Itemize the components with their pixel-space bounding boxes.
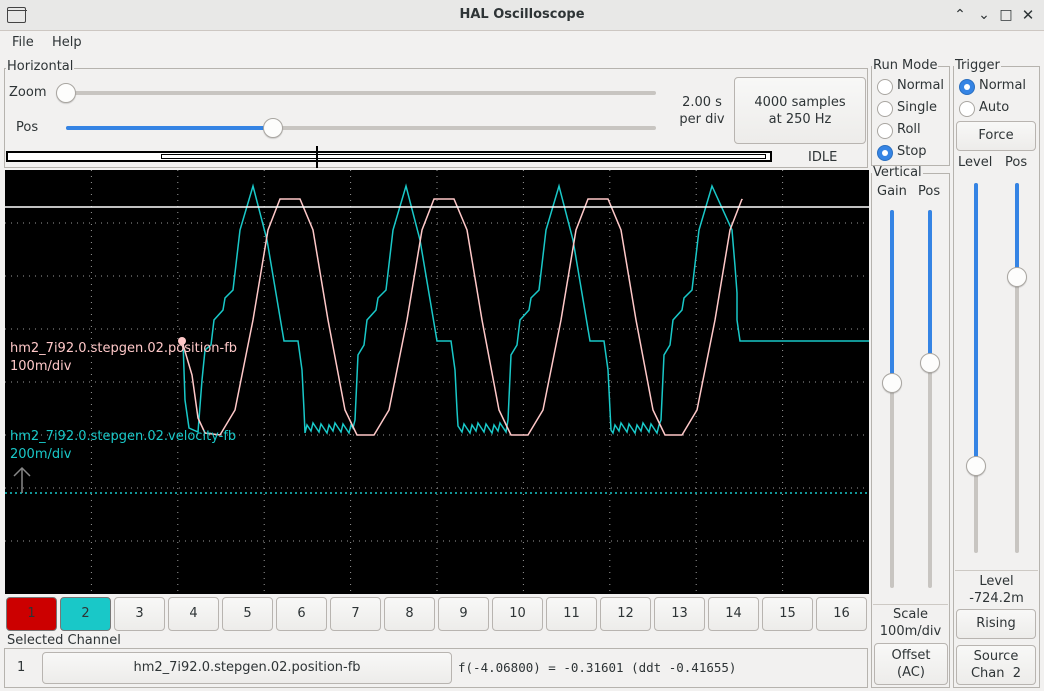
offset-line1: Offset (891, 648, 931, 663)
trigger-divider (955, 570, 1038, 571)
scale-line2: per div (679, 112, 725, 127)
source-line2: Chan 2 (970, 666, 1022, 681)
channel-button-9[interactable]: 9 (438, 597, 489, 631)
samples-button[interactable]: 4000 samples at 250 Hz (734, 77, 866, 144)
channel-button-6[interactable]: 6 (276, 597, 327, 631)
channel-button-15[interactable]: 15 (762, 597, 813, 631)
offset-line2: (AC) (897, 665, 925, 680)
channel-button-3[interactable]: 3 (114, 597, 165, 631)
pos-label: Pos (16, 120, 39, 135)
force-button[interactable]: Force (956, 121, 1036, 151)
channel-button-2[interactable]: 2 (60, 597, 111, 631)
menu-bar: File Help (0, 31, 1044, 55)
vertical-scale-readout: Scale 100m/div (871, 606, 950, 640)
channel-button-12[interactable]: 12 (600, 597, 651, 631)
channel-button-7[interactable]: 7 (330, 597, 381, 631)
channel-button-5[interactable]: 5 (222, 597, 273, 631)
vertical-pos-slider-knob[interactable] (920, 353, 940, 373)
trigger-option-label[interactable]: Normal (979, 78, 1026, 93)
selected-channel-readout: f(-4.06800) = -0.31601 (ddt -0.41655) (458, 660, 737, 675)
trigger-label: Trigger (954, 58, 1001, 73)
trigger-radio-auto[interactable] (959, 101, 975, 117)
maximize-icon[interactable]: □ (996, 5, 1016, 25)
gain-slider-knob[interactable] (882, 373, 902, 393)
horizontal-scale-readout: 2.00 s per div (674, 94, 730, 128)
selected-channel-signal-button[interactable]: hm2_7i92.0.stepgen.02.position-fb (42, 652, 452, 684)
scope-display[interactable]: hm2_7i92.0.stepgen.02.position-fb 100m/d… (5, 170, 869, 594)
scale-line1: 2.00 s (682, 95, 722, 110)
scope-grid (5, 170, 869, 594)
run-mode-radio-stop[interactable] (877, 145, 893, 161)
window-title: HAL Oscilloscope (459, 7, 585, 22)
trigger-pos-label: Pos (1005, 155, 1028, 170)
rising-edge-button[interactable]: Rising (956, 609, 1036, 639)
trigger-radio-normal[interactable] (959, 79, 975, 95)
channel-button-13[interactable]: 13 (654, 597, 705, 631)
velocity-trace (182, 183, 869, 435)
channel-button-14[interactable]: 14 (708, 597, 759, 631)
selected-channel-number: 1 (17, 660, 26, 675)
menu-help[interactable]: Help (52, 35, 82, 50)
trigger-level-readout-value: -724.2m (969, 591, 1024, 606)
vertical-pos-label: Pos (918, 184, 941, 199)
samples-line2: at 250 Hz (768, 112, 832, 127)
horizontal-group-label: Horizontal (6, 59, 75, 74)
trigger-level-readout: Level -724.2m (953, 573, 1040, 607)
run-mode-radio-single[interactable] (877, 101, 893, 117)
trigger-option-label[interactable]: Auto (979, 100, 1009, 115)
trigger-pos-slider-fill (1015, 183, 1019, 277)
chevron-up-icon[interactable]: ⌃ (950, 5, 970, 25)
offset-button[interactable]: Offset (AC) (874, 643, 948, 685)
vertical-label: Vertical (872, 165, 923, 180)
position-trace-name: hm2_7i92.0.stepgen.02.position-fb (10, 341, 238, 356)
run-mode-option-label[interactable]: Roll (897, 122, 921, 137)
channel-button-11[interactable]: 11 (546, 597, 597, 631)
run-mode-label: Run Mode (872, 58, 939, 73)
run-mode-option-label[interactable]: Normal (897, 78, 944, 93)
zoom-label: Zoom (9, 85, 47, 100)
velocity-trace-name: hm2_7i92.0.stepgen.02.velocity-fb (10, 429, 237, 444)
vertical-scale-value: 100m/div (879, 624, 942, 639)
trigger-level-slider-fill (974, 183, 978, 465)
close-icon[interactable]: ✕ (1018, 5, 1038, 25)
zoom-slider-track[interactable] (66, 91, 656, 95)
minimize-icon[interactable]: ⌄ (974, 5, 994, 25)
selected-channel-label: Selected Channel (6, 633, 122, 648)
channel-button-8[interactable]: 8 (384, 597, 435, 631)
vertical-scale-label: Scale (893, 607, 928, 622)
status-text: IDLE (808, 150, 838, 165)
velocity-trace-label: hm2_7i92.0.stepgen.02.velocity-fb 200m/d… (10, 428, 236, 464)
run-mode-radio-roll[interactable] (877, 123, 893, 139)
trigger-pos-slider-knob[interactable] (1007, 267, 1027, 287)
vertical-pos-slider-fill (928, 210, 932, 364)
position-trace-scale: 100m/div (10, 359, 72, 374)
run-mode-radio-normal[interactable] (877, 79, 893, 95)
pos-slider-fill (66, 126, 273, 130)
gain-slider-fill (890, 210, 894, 384)
channel-button-10[interactable]: 10 (492, 597, 543, 631)
trigger-level-slider-knob[interactable] (966, 456, 986, 476)
scope-plot (5, 170, 869, 594)
vertical-divider (873, 604, 948, 605)
pos-slider-knob[interactable] (262, 118, 283, 138)
gain-label: Gain (877, 184, 907, 199)
record-window (161, 154, 766, 159)
channel-button-16[interactable]: 16 (816, 597, 867, 631)
trigger-level-label: Level (958, 155, 993, 170)
title-bar: HAL Oscilloscope ⌃ ⌄ □ ✕ (0, 0, 1044, 31)
menu-file[interactable]: File (12, 35, 34, 50)
position-trace-label: hm2_7i92.0.stepgen.02.position-fb 100m/d… (10, 340, 237, 376)
samples-line1: 4000 samples (754, 95, 846, 110)
channel-button-1[interactable]: 1 (6, 597, 57, 631)
zoom-slider-knob[interactable] (56, 83, 76, 103)
channel-button-4[interactable]: 4 (168, 597, 219, 631)
trigger-level-readout-label: Level (979, 574, 1014, 589)
run-mode-option-label[interactable]: Stop (897, 144, 927, 159)
trigger-marker (316, 146, 318, 168)
trigger-source-button[interactable]: Source Chan 2 (956, 645, 1036, 685)
run-mode-option-label[interactable]: Single (897, 100, 937, 115)
velocity-trace-scale: 200m/div (10, 447, 72, 462)
source-line1: Source (973, 649, 1019, 664)
arrow-up-icon (13, 466, 31, 493)
